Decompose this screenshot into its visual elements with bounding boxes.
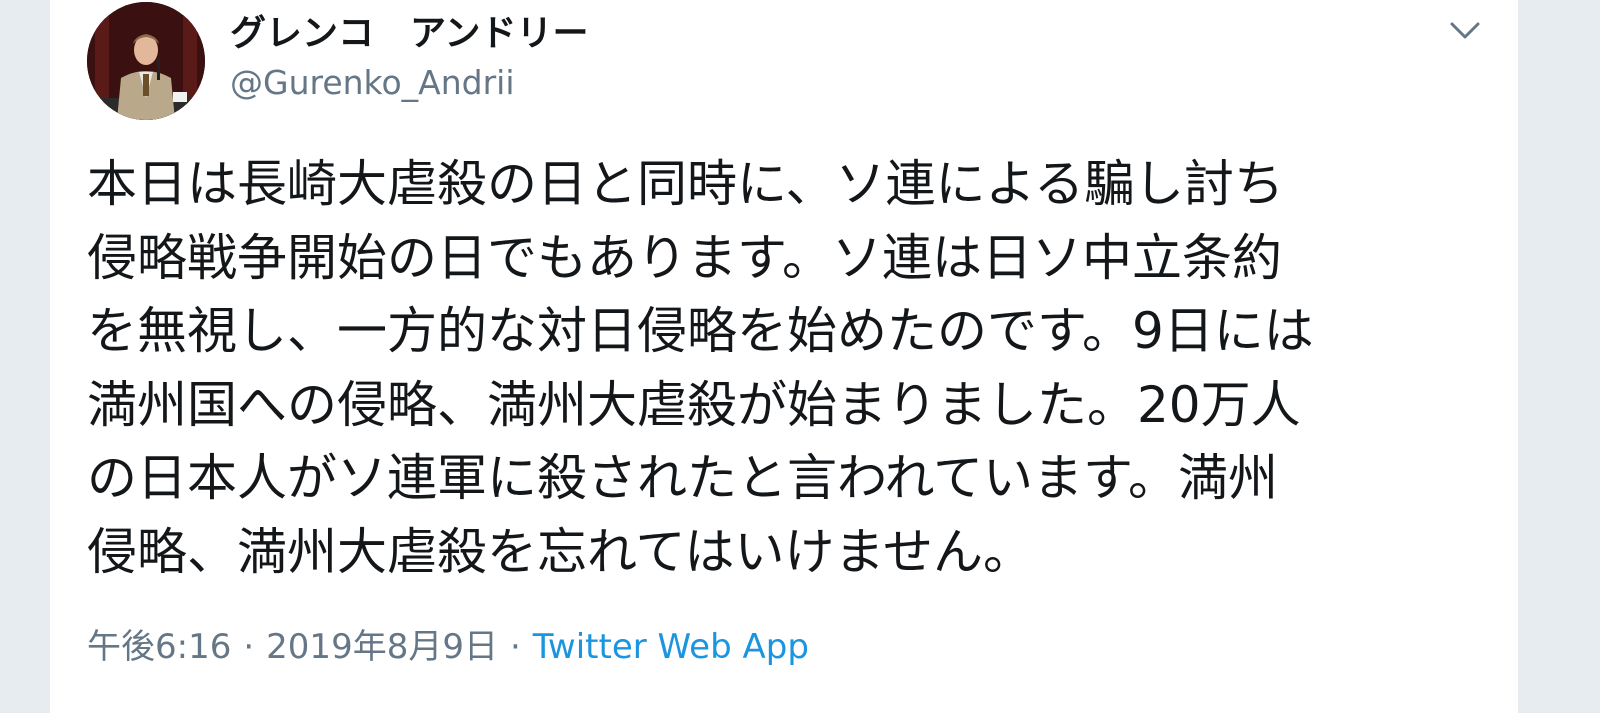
- tweet-date[interactable]: 2019年8月9日: [266, 627, 498, 667]
- tweet-meta: 午後6:16 · 2019年8月9日 · Twitter Web App: [87, 624, 809, 670]
- tweet-text-line: 侵略、満州大虐殺を忘れてはいけません。: [87, 522, 1033, 581]
- meta-separator: ·: [509, 627, 521, 667]
- tweet-text-line: 本日は長崎大虐殺の日と同時に、ソ連による騙し討ち: [87, 155, 1284, 213]
- tweet-card: グレンコ アンドリー @Gurenko_Andrii 本日は長崎大虐殺の日と同時…: [50, 0, 1518, 713]
- tweet-text-line: 満州国への侵略、満州大虐殺が始まりました。20万人: [87, 375, 1301, 434]
- tweet-text-line: の日本人がソ連軍に殺されたと言われています。満州: [87, 449, 1278, 507]
- chevron-down-icon[interactable]: [1448, 14, 1482, 48]
- tweet-text-line: 侵略戦争開始の日でもあります。ソ連は日ソ中立条約: [87, 228, 1282, 287]
- meta-separator: ·: [243, 627, 255, 667]
- avatar[interactable]: [87, 2, 205, 120]
- tweet-time[interactable]: 午後6:16: [87, 627, 231, 667]
- author-display-name[interactable]: グレンコ アンドリー: [230, 12, 589, 56]
- tweet-text-line: を無視し、一方的な対日侵略を始めたのです。9日には: [87, 302, 1314, 360]
- avatar-image: [87, 2, 205, 120]
- author-handle[interactable]: @Gurenko_Andrii: [230, 62, 515, 104]
- tweet-source-link[interactable]: Twitter Web App: [533, 627, 809, 667]
- tweet-text: 本日は長崎大虐殺の日と同時に、ソ連による騙し討ち 侵略戦争開始の日でもあります。…: [87, 148, 1487, 589]
